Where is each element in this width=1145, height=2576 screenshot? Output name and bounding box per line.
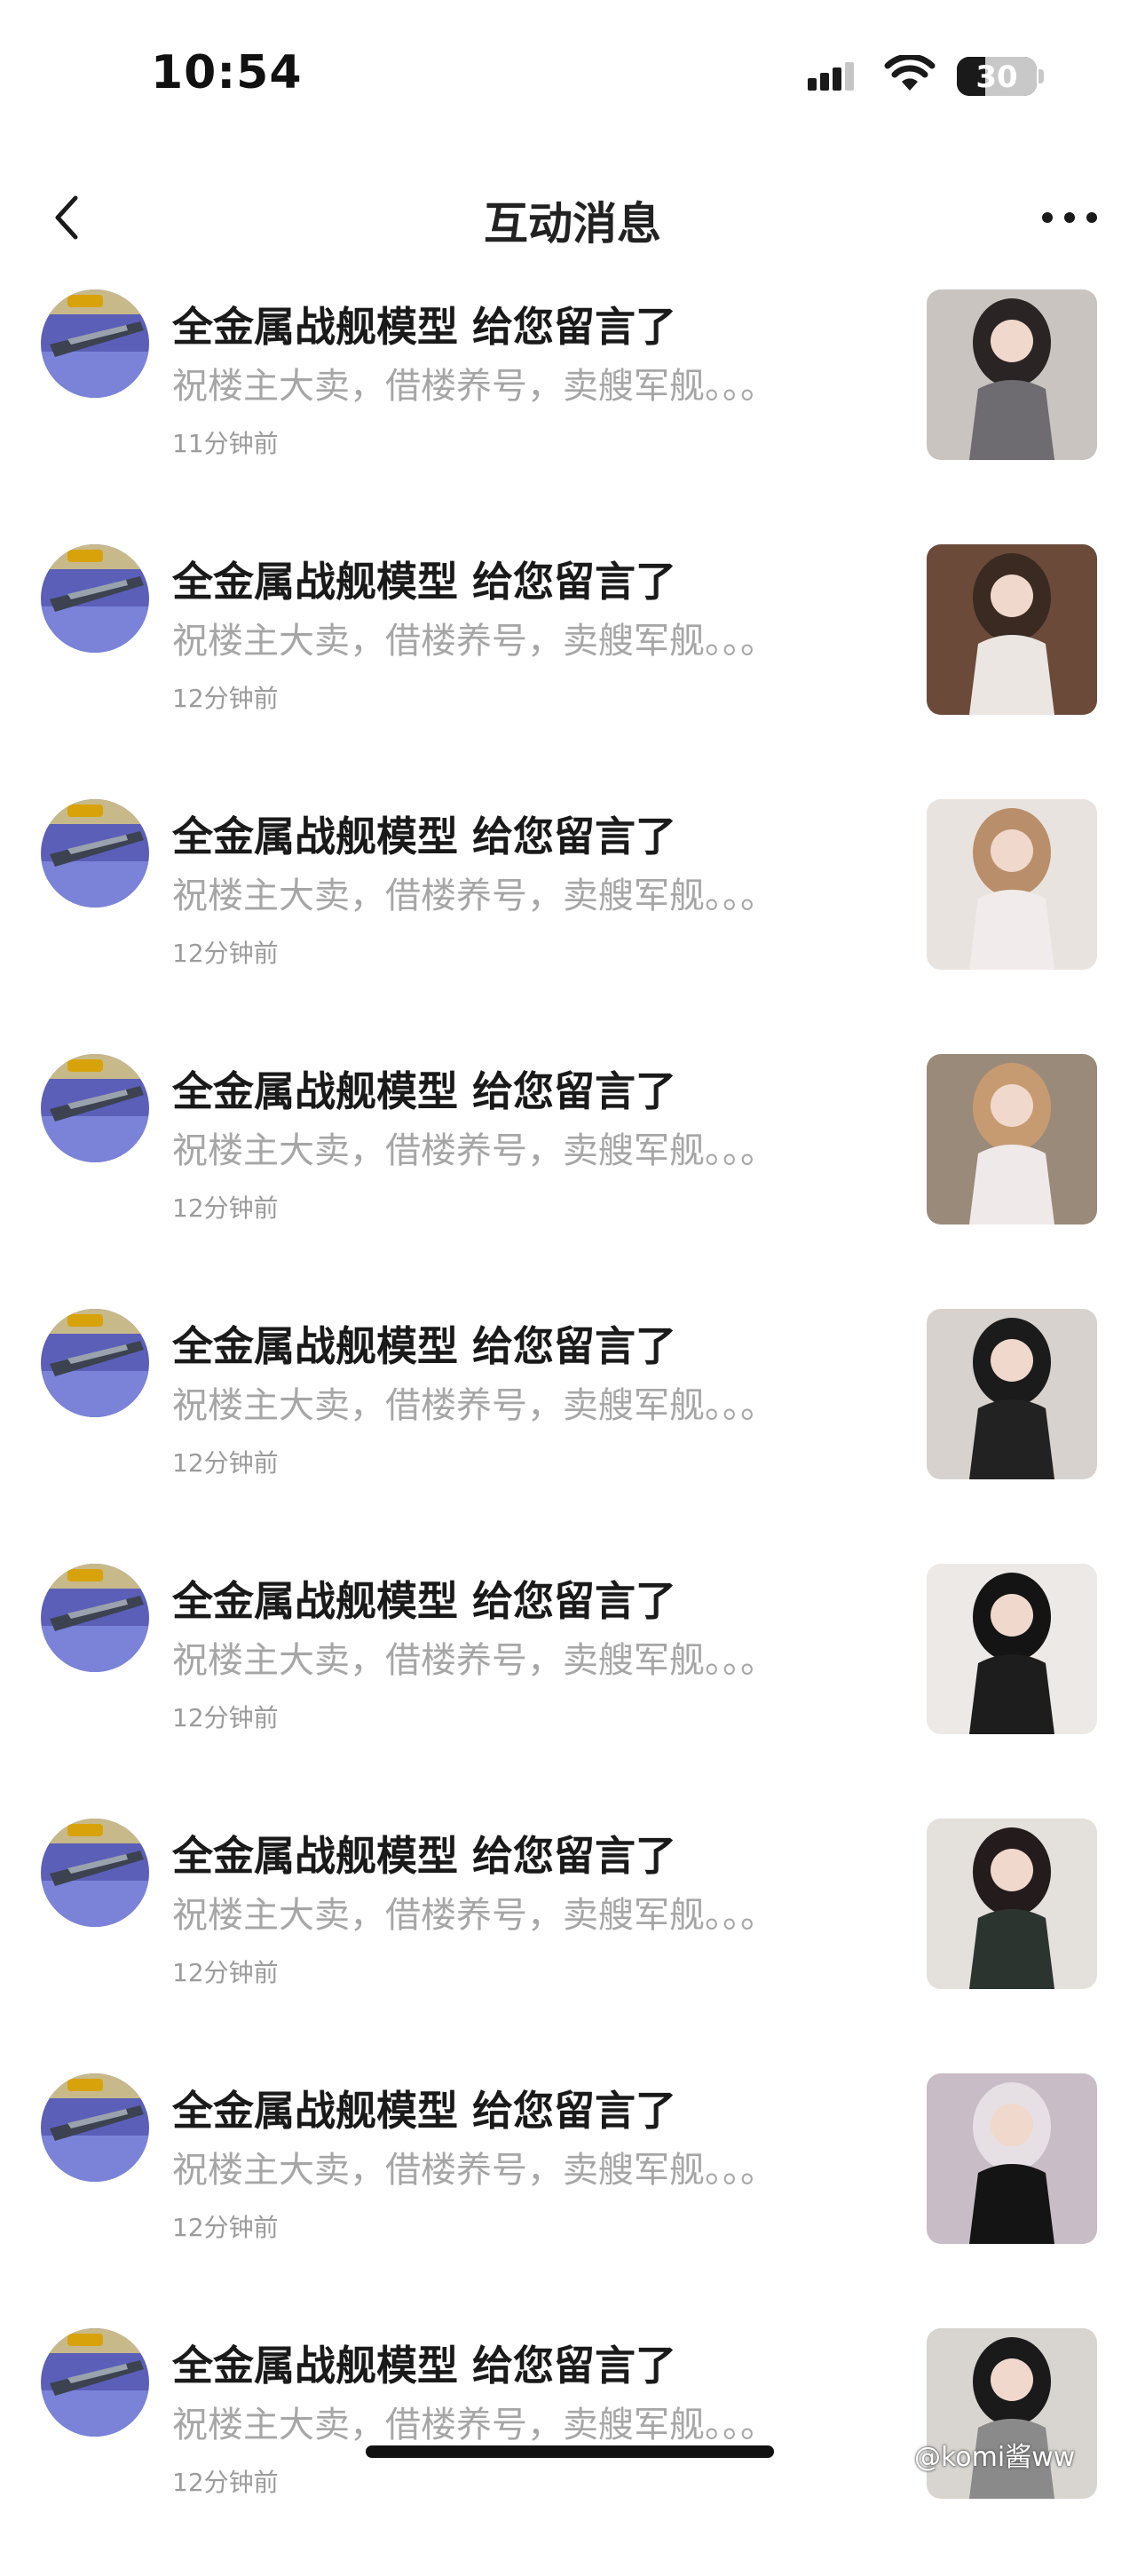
wifi-icon (884, 55, 936, 91)
status-bar: 10:54 30 (0, 0, 1145, 142)
ship-model-avatar-image (41, 1819, 149, 1927)
post-thumbnail[interactable] (927, 1054, 1097, 1225)
thumbnail-photo-image (927, 1564, 1097, 1734)
message-item[interactable]: 全金属战舰模型 给您留言了 祝楼主大卖，借楼养号，卖艘军舰。。。 12分钟前 (0, 1811, 1145, 2066)
more-button[interactable] (1030, 195, 1109, 240)
home-indicator[interactable] (366, 2445, 774, 2458)
message-item[interactable]: 全金属战舰模型 给您留言了 祝楼主大卖，借楼养号，卖艘军舰。。。 12分钟前 (0, 537, 1145, 792)
message-list: 全金属战舰模型 给您留言了 祝楼主大卖，借楼养号，卖艘军舰。。。 11分钟前 全… (0, 282, 1145, 2576)
post-thumbnail[interactable] (927, 1819, 1097, 1989)
avatar[interactable] (41, 799, 149, 908)
battery-icon: 30 (957, 57, 1037, 96)
avatar[interactable] (41, 2073, 149, 2182)
battery-tip (1038, 69, 1044, 83)
message-preview: 祝楼主大卖，借楼养号，卖艘军舰。。。 (172, 876, 776, 916)
watermark: @komi酱ww (914, 2442, 1076, 2473)
message-time: 12分钟前 (172, 2213, 279, 2242)
message-preview: 祝楼主大卖，借楼养号，卖艘军舰。。。 (172, 1385, 776, 1426)
message-item[interactable]: 全金属战舰模型 给您留言了 祝楼主大卖，借楼养号，卖艘军舰。。。 12分钟前 (0, 1302, 1145, 1557)
message-time: 12分钟前 (172, 2468, 279, 2497)
message-time: 12分钟前 (172, 1703, 279, 1732)
post-thumbnail[interactable] (927, 544, 1097, 715)
thumbnail-photo-image (927, 2073, 1097, 2244)
avatar[interactable] (41, 544, 149, 653)
message-item[interactable]: 全金属战舰模型 给您留言了 祝楼主大卖，借楼养号，卖艘军舰。。。 12分钟前 (0, 792, 1145, 1047)
thumbnail-photo-image (927, 1054, 1097, 1225)
ship-model-avatar-image (41, 1054, 149, 1162)
message-item[interactable]: 全金属战舰模型 给您留言了 祝楼主大卖，借楼养号，卖艘军舰。。。 12分钟前 (0, 2066, 1145, 2321)
message-title: 全金属战舰模型 给您留言了 (172, 303, 677, 351)
thumbnail-photo-image (927, 1309, 1097, 1479)
ship-model-avatar-image (41, 799, 149, 908)
thumbnail-photo-image (927, 1819, 1097, 1989)
message-title: 全金属战舰模型 给您留言了 (172, 2342, 677, 2390)
message-title: 全金属战舰模型 给您留言了 (172, 1067, 677, 1115)
message-title: 全金属战舰模型 给您留言了 (172, 1832, 677, 1880)
ship-model-avatar-image (41, 1309, 149, 1417)
message-title: 全金属战舰模型 给您留言了 (172, 558, 677, 606)
ship-model-avatar-image (41, 544, 149, 653)
battery-level: 30 (975, 59, 1018, 95)
post-thumbnail[interactable] (927, 799, 1097, 970)
thumbnail-photo-image (927, 544, 1097, 715)
message-preview: 祝楼主大卖，借楼养号，卖艘军舰。。。 (172, 2150, 776, 2191)
message-title: 全金属战舰模型 给您留言了 (172, 2087, 677, 2135)
message-preview: 祝楼主大卖，借楼养号，卖艘军舰。。。 (172, 1640, 776, 1681)
thumbnail-photo-image (927, 289, 1097, 460)
avatar[interactable] (41, 289, 149, 398)
message-time: 12分钟前 (172, 939, 279, 968)
post-thumbnail[interactable] (927, 2073, 1097, 2244)
status-time: 10:54 (151, 46, 303, 99)
nav-bar: 互动消息 (0, 169, 1145, 266)
avatar[interactable] (41, 1309, 149, 1417)
avatar[interactable] (41, 1054, 149, 1162)
ship-model-avatar-image (41, 289, 149, 398)
message-title: 全金属战舰模型 给您留言了 (172, 1577, 677, 1625)
ship-model-avatar-image (41, 2073, 149, 2182)
message-preview: 祝楼主大卖，借楼养号，卖艘军舰。。。 (172, 1895, 776, 1936)
message-title: 全金属战舰模型 给您留言了 (172, 812, 677, 860)
thumbnail-photo-image (927, 799, 1097, 970)
page-title: 互动消息 (484, 198, 661, 250)
avatar[interactable] (41, 2328, 149, 2437)
message-time: 12分钟前 (172, 1448, 279, 1478)
message-item[interactable]: 全金属战舰模型 给您留言了 祝楼主大卖，借楼养号，卖艘军舰。。。 12分钟前 (0, 1557, 1145, 1811)
message-preview: 祝楼主大卖，借楼养号，卖艘军舰。。。 (172, 366, 776, 407)
more-horizontal-icon (1042, 212, 1097, 223)
ship-model-avatar-image (41, 2328, 149, 2437)
message-time: 11分钟前 (172, 429, 279, 458)
avatar[interactable] (41, 1564, 149, 1672)
post-thumbnail[interactable] (927, 289, 1097, 460)
cellular-signal-icon (808, 62, 854, 91)
message-preview: 祝楼主大卖，借楼养号，卖艘军舰。。。 (172, 1130, 776, 1171)
message-time: 12分钟前 (172, 684, 279, 713)
message-title: 全金属战舰模型 给您留言了 (172, 1322, 677, 1370)
avatar[interactable] (41, 1819, 149, 1927)
post-thumbnail[interactable] (927, 1564, 1097, 1734)
message-time: 12分钟前 (172, 1193, 279, 1223)
post-thumbnail[interactable] (927, 1309, 1097, 1479)
message-time: 12分钟前 (172, 1958, 279, 1987)
message-item[interactable]: 全金属战舰模型 给您留言了 祝楼主大卖，借楼养号，卖艘军舰。。。 11分钟前 (0, 282, 1145, 537)
message-preview: 祝楼主大卖，借楼养号，卖艘军舰。。。 (172, 621, 776, 662)
message-item[interactable]: 全金属战舰模型 给您留言了 祝楼主大卖，借楼养号，卖艘军舰。。。 12分钟前 (0, 1047, 1145, 1302)
ship-model-avatar-image (41, 1564, 149, 1672)
message-preview: 祝楼主大卖，借楼养号，卖艘军舰。。。 (172, 2405, 776, 2445)
